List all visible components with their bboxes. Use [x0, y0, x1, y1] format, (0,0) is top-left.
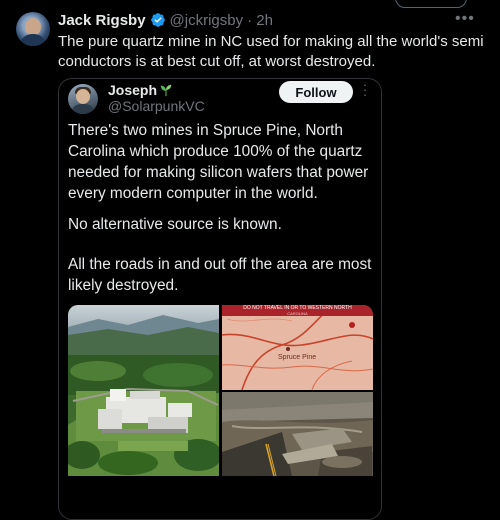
quoted-author-handle[interactable]: @SolarpunkVC — [108, 98, 205, 114]
author-handle[interactable]: @jckrigsby — [170, 12, 244, 29]
map-place-label: Spruce Pine — [278, 354, 316, 361]
verified-badge-icon — [150, 13, 165, 27]
author-avatar[interactable] — [16, 12, 50, 46]
tweet-text: The pure quartz mine in NC used for maki… — [58, 33, 484, 70]
flood-damage-photo[interactable] — [222, 392, 373, 476]
follow-button[interactable]: Follow — [279, 81, 353, 103]
quoted-author-name[interactable]: Joseph — [108, 82, 157, 98]
more-options-icon[interactable]: ••• — [455, 10, 475, 28]
area-map-screenshot[interactable]: Spruce Pine DO NOT TRAVEL IN OR TO WESTE… — [222, 305, 373, 390]
quoted-author-name-row[interactable]: Joseph — [108, 82, 173, 98]
author-name[interactable]: Jack Rigsby — [58, 12, 146, 29]
tweet-time[interactable]: · 2h — [247, 12, 273, 29]
partial-follow-button[interactable] — [395, 0, 467, 8]
vertical-more-icon[interactable]: · · · — [361, 78, 369, 101]
seedling-emoji-icon — [160, 84, 172, 97]
mine-aerial-photo[interactable] — [68, 305, 219, 476]
tweet-header: Jack Rigsby @jckrigsby · 2h — [58, 10, 273, 30]
quoted-paragraph-1: There's two mines in Spruce Pine, North … — [68, 122, 369, 202]
quoted-author-avatar[interactable] — [68, 84, 98, 114]
map-warning-banner: DO NOT TRAVEL IN OR TO WESTERN NORTH CAR… — [222, 305, 373, 316]
quoted-paragraph-3: All the roads in and out off the area ar… — [68, 256, 372, 294]
quoted-paragraph-2: No alternative source is known. — [68, 216, 282, 233]
